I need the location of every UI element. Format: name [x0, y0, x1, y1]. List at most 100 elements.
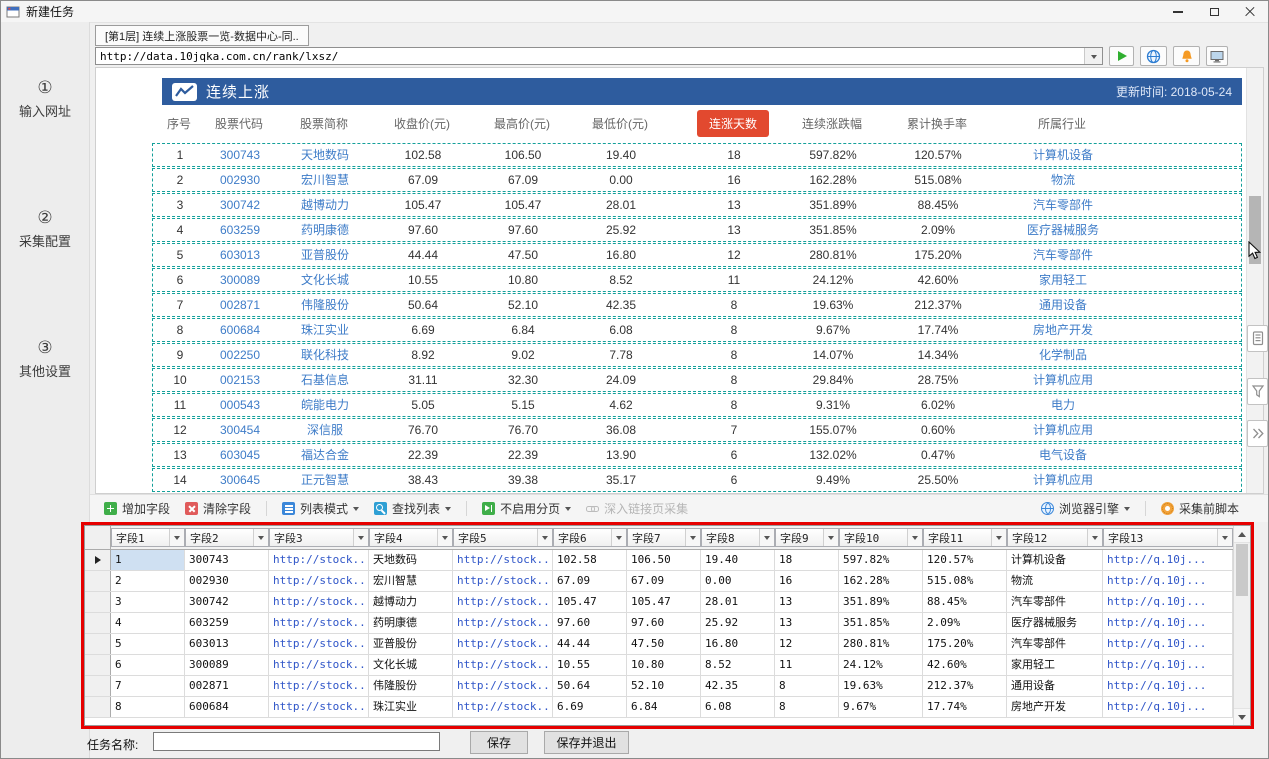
page-cell[interactable]: 医疗器械服务 [1003, 219, 1123, 241]
grid-header-cell[interactable]: 字段11 [923, 528, 1007, 547]
grid-cell[interactable]: http://stock... [453, 634, 553, 654]
grid-cell[interactable]: 10.55 [553, 655, 627, 675]
page-cell[interactable]: 电气设备 [1003, 444, 1123, 466]
grid-row[interactable]: 5 603013 http://stock... 亚普股份 http://stock..… [85, 634, 1250, 655]
grid-cell[interactable]: 6.84 [627, 697, 701, 717]
grid-cell[interactable]: 351.85% [839, 613, 923, 633]
grid-cell[interactable]: http://stock... [453, 592, 553, 612]
grid-cell[interactable]: 13 [775, 592, 839, 612]
grid-header-cell[interactable]: 字段8 [701, 528, 775, 547]
field-dropdown-button[interactable] [169, 529, 184, 546]
page-cell[interactable]: 通用设备 [1003, 294, 1123, 316]
quick-tool-filter-button[interactable] [1247, 378, 1268, 405]
grid-cell[interactable]: 67.09 [627, 571, 701, 591]
page-cell[interactable]: 电力 [1003, 394, 1123, 416]
grid-cell[interactable]: 7 [111, 676, 185, 696]
grid-cell[interactable]: http://stock... [453, 655, 553, 675]
grid-scrollbar[interactable] [1233, 526, 1250, 725]
page-cell[interactable]: 越博动力 [283, 194, 367, 216]
page-cell[interactable]: 300742 [197, 194, 283, 216]
page-cell[interactable]: 计算机应用 [1003, 369, 1123, 391]
grid-row[interactable]: 3 300742 http://stock... 越博动力 http://stock..… [85, 592, 1250, 613]
grid-cell[interactable]: 16.80 [701, 634, 775, 654]
page-cell[interactable]: 300645 [197, 469, 283, 491]
deep-link-collect-button[interactable]: 深入链接页采集 [586, 500, 688, 517]
pre-collect-script-button[interactable]: 采集前脚本 [1160, 500, 1239, 517]
grid-cell[interactable]: 天地数码 [369, 550, 453, 570]
grid-cell[interactable]: 47.50 [627, 634, 701, 654]
page-cell[interactable]: 联化科技 [283, 344, 367, 366]
page-cell[interactable]: 300089 [197, 269, 283, 291]
page-cell[interactable]: 计算机应用 [1003, 469, 1123, 491]
page-cell[interactable]: 房地产开发 [1003, 319, 1123, 341]
grid-header-cell[interactable]: 字段6 [553, 528, 627, 547]
page-row[interactable]: 7 002871 伟隆股份 50.64 52.10 42.35 8 19.63% 212.37%… [152, 293, 1242, 317]
grid-cell[interactable]: 44.44 [553, 634, 627, 654]
grid-row[interactable]: 6 300089 http://stock... 文化长城 http://stock..… [85, 655, 1250, 676]
field-dropdown-button[interactable] [907, 529, 922, 546]
url-input[interactable] [96, 48, 1084, 64]
grid-cell[interactable]: 97.60 [553, 613, 627, 633]
page-cell[interactable]: 300743 [197, 144, 283, 166]
grid-cell[interactable]: 珠江实业 [369, 697, 453, 717]
page-cell[interactable]: 化学制品 [1003, 344, 1123, 366]
pagination-mode-button[interactable]: 不启用分页 [482, 500, 572, 517]
grid-cell[interactable]: 25.92 [701, 613, 775, 633]
field-dropdown-button[interactable] [823, 529, 838, 546]
grid-cell[interactable]: 6 [111, 655, 185, 675]
grid-cell[interactable]: 603013 [185, 634, 269, 654]
page-cell[interactable]: 亚普股份 [283, 244, 367, 266]
page-cell[interactable]: 600684 [197, 319, 283, 341]
page-cell[interactable]: 石基信息 [283, 369, 367, 391]
page-cell[interactable]: 603013 [197, 244, 283, 266]
grid-cell[interactable]: 17.74% [923, 697, 1007, 717]
grid-cell[interactable]: 8 [111, 697, 185, 717]
page-row[interactable]: 12 300454 深信服 76.70 76.70 36.08 7 155.07% 0.60% 计… [152, 418, 1242, 442]
page-row[interactable]: 9 002250 联化科技 8.92 9.02 7.78 8 14.07% 14.34% 化学制品 [152, 343, 1242, 367]
page-cell[interactable]: 002871 [197, 294, 283, 316]
save-button[interactable]: 保存 [470, 731, 528, 754]
page-cell[interactable]: 正元智慧 [283, 469, 367, 491]
grid-cell[interactable]: 19.63% [839, 676, 923, 696]
find-list-button[interactable]: 查找列表 [374, 500, 452, 517]
page-row[interactable]: 2 002930 宏川智慧 67.09 67.09 0.00 16 162.28% 515.08… [152, 168, 1242, 192]
grid-cell[interactable]: 105.47 [553, 592, 627, 612]
grid-cell[interactable]: http://q.10j... [1103, 550, 1233, 570]
page-row[interactable]: 1 300743 天地数码 102.58 106.50 19.40 18 597.82% 120… [152, 143, 1242, 167]
close-button[interactable] [1232, 1, 1268, 22]
page-cell[interactable]: 002250 [197, 344, 283, 366]
page-row[interactable]: 3 300742 越博动力 105.47 105.47 28.01 13 351.89% 88.… [152, 193, 1242, 217]
grid-cell[interactable]: 11 [775, 655, 839, 675]
grid-cell[interactable]: 汽车零部件 [1007, 634, 1103, 654]
grid-header-cell[interactable]: 字段4 [369, 528, 453, 547]
grid-cell[interactable]: 162.28% [839, 571, 923, 591]
page-cell[interactable]: 伟隆股份 [283, 294, 367, 316]
grid-cell[interactable]: http://stock... [269, 550, 369, 570]
grid-cell[interactable]: 351.89% [839, 592, 923, 612]
grid-cell[interactable]: 002930 [185, 571, 269, 591]
grid-cell[interactable]: http://stock... [269, 655, 369, 675]
grid-header-cell[interactable]: 字段10 [839, 528, 923, 547]
alert-button[interactable] [1173, 46, 1200, 66]
page-cell[interactable]: 物流 [1003, 169, 1123, 191]
grid-header-cell[interactable]: 字段9 [775, 528, 839, 547]
page-cell[interactable]: 002153 [197, 369, 283, 391]
grid-cell[interactable]: 603259 [185, 613, 269, 633]
sidebar-step-enter-url[interactable]: ① 输入网址 [1, 79, 89, 120]
grid-header-cell[interactable]: 字段12 [1007, 528, 1103, 547]
page-cell[interactable]: 002930 [197, 169, 283, 191]
field-dropdown-button[interactable] [1087, 529, 1102, 546]
field-dropdown-button[interactable] [253, 529, 268, 546]
scroll-down-button[interactable] [1234, 708, 1250, 725]
grid-cell[interactable]: http://q.10j... [1103, 676, 1233, 696]
grid-cell[interactable]: 19.40 [701, 550, 775, 570]
quick-tool-page-button[interactable] [1247, 325, 1268, 352]
grid-row[interactable]: 4 603259 http://stock... 药明康德 http://stock..… [85, 613, 1250, 634]
grid-cell[interactable]: 亚普股份 [369, 634, 453, 654]
page-cell[interactable]: 家用轻工 [1003, 269, 1123, 291]
grid-cell[interactable]: 42.60% [923, 655, 1007, 675]
grid-cell[interactable]: 4 [111, 613, 185, 633]
run-button[interactable] [1109, 46, 1134, 66]
grid-cell[interactable]: 12 [775, 634, 839, 654]
save-exit-button[interactable]: 保存并退出 [544, 731, 629, 754]
